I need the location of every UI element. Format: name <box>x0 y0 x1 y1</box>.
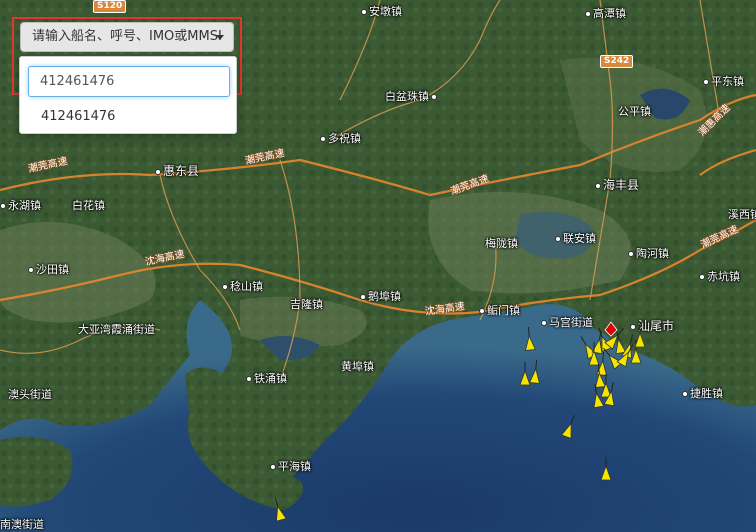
ship-search-input[interactable] <box>28 66 230 97</box>
ship-heading-line <box>570 414 575 424</box>
ship-heading-line <box>629 334 634 344</box>
dropdown-label: 请输入船名、呼号、IMO或MMSI <box>32 29 222 44</box>
ship-heading-line <box>617 327 624 336</box>
ship-marker[interactable] <box>528 367 541 384</box>
ship-heading-line <box>535 360 538 370</box>
ship-marker[interactable] <box>560 422 576 439</box>
ship-marker[interactable] <box>524 334 537 351</box>
ship-heading-line <box>602 352 605 362</box>
ship-heading-line <box>527 327 530 337</box>
ship-heading-line <box>580 336 586 345</box>
ship-marker[interactable] <box>519 369 531 386</box>
ship-marker[interactable] <box>600 464 612 481</box>
ship-heading-line <box>274 497 279 507</box>
search-type-dropdown[interactable]: 请输入船名、呼号、IMO或MMSI <box>20 22 234 52</box>
search-dropdown-menu: 412461476 <box>19 56 237 134</box>
ship-marker[interactable] <box>630 347 642 364</box>
search-result-item[interactable]: 412461476 <box>21 105 235 129</box>
caret-down-icon <box>216 35 224 40</box>
ship-marker[interactable] <box>273 505 287 522</box>
selected-ship-marker[interactable] <box>604 321 618 337</box>
ship-heading-line <box>611 382 614 392</box>
